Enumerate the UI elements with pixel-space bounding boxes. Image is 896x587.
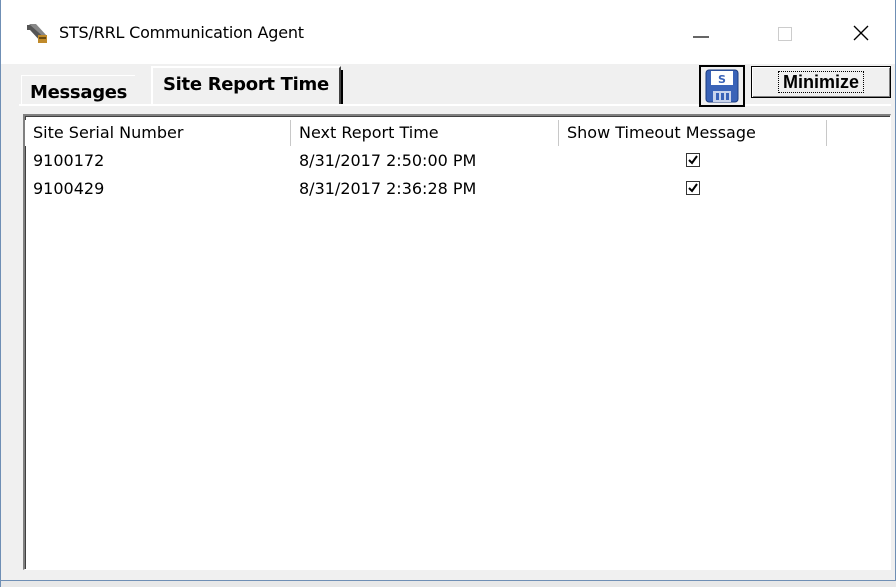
checkmark-icon bbox=[688, 155, 698, 165]
cell-show-timeout bbox=[559, 176, 827, 204]
cell-serial: 9100429 bbox=[33, 179, 105, 198]
minimize-button[interactable]: Minimize bbox=[751, 66, 891, 98]
table-row[interactable]: 9100172 8/31/2017 2:50:00 PM bbox=[25, 148, 827, 176]
floppy-disk-icon: S bbox=[705, 69, 739, 103]
list-header: Site Serial Number Next Report Time Show… bbox=[25, 120, 827, 146]
cell-show-timeout bbox=[559, 148, 827, 176]
window-minimize-button[interactable] bbox=[673, 10, 729, 56]
save-icon-letter: S bbox=[718, 73, 726, 86]
tab-messages[interactable]: Messages bbox=[21, 75, 136, 105]
site-report-list[interactable]: Site Serial Number Next Report Time Show… bbox=[23, 114, 891, 570]
show-timeout-checkbox[interactable] bbox=[686, 181, 700, 195]
minimize-icon bbox=[693, 36, 709, 38]
maximize-icon bbox=[778, 27, 792, 41]
tab-site-report-time[interactable]: Site Report Time bbox=[151, 66, 343, 104]
save-button[interactable]: S bbox=[699, 65, 745, 107]
column-header-show-timeout[interactable]: Show Timeout Message bbox=[559, 120, 827, 146]
window-close-button[interactable] bbox=[833, 10, 889, 56]
column-header-serial[interactable]: Site Serial Number bbox=[25, 120, 291, 146]
cell-serial: 9100172 bbox=[33, 151, 105, 170]
tab-divider bbox=[19, 104, 891, 106]
close-icon bbox=[853, 25, 869, 41]
cell-next-report: 8/31/2017 2:36:28 PM bbox=[299, 179, 477, 198]
app-icon bbox=[26, 22, 48, 44]
checkmark-icon bbox=[688, 183, 698, 193]
window-bottom-border bbox=[1, 580, 896, 587]
column-header-next-report[interactable]: Next Report Time bbox=[291, 120, 559, 146]
show-timeout-checkbox[interactable] bbox=[686, 153, 700, 167]
minimize-button-label: Minimize bbox=[777, 71, 864, 93]
cell-next-report: 8/31/2017 2:50:00 PM bbox=[299, 151, 477, 170]
window-title: STS/RRL Communication Agent bbox=[59, 23, 304, 42]
app-window: STS/RRL Communication Agent Messages Sit… bbox=[0, 0, 896, 587]
title-bar[interactable]: STS/RRL Communication Agent bbox=[1, 0, 895, 64]
table-row[interactable]: 9100429 8/31/2017 2:36:28 PM bbox=[25, 176, 827, 204]
window-maximize-button[interactable] bbox=[757, 10, 813, 56]
